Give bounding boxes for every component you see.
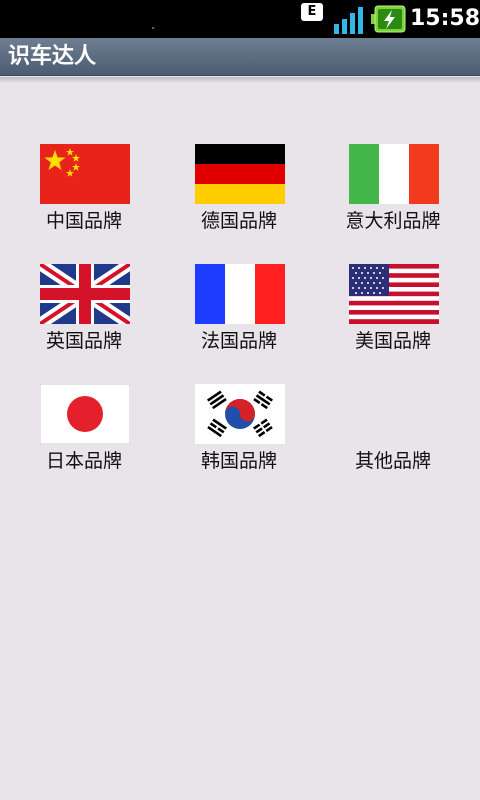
brand-label: 美国品牌 xyxy=(354,330,431,352)
brand-label: 韩国品牌 xyxy=(200,450,277,472)
uk-flag-icon xyxy=(40,264,130,324)
brand-item-germany[interactable]: 德国品牌 xyxy=(164,144,314,244)
brand-label: 其他品牌 xyxy=(354,450,431,472)
france-flag-icon xyxy=(195,264,285,324)
italy-flag-icon xyxy=(349,144,439,204)
brand-label: 法国品牌 xyxy=(200,330,277,352)
brand-label: 德国品牌 xyxy=(200,210,277,232)
germany-flag-icon xyxy=(195,144,285,204)
brand-item-other[interactable]: 其他品牌 xyxy=(318,384,468,484)
brand-label: 意大利品牌 xyxy=(345,210,441,232)
brand-item-korea[interactable]: 韩国品牌 xyxy=(164,384,314,484)
brand-item-italy[interactable]: 意大利品牌 xyxy=(318,144,468,244)
brand-grid: 中国品牌 德国品牌 意大利品牌 英国品牌 法国品牌 美国品牌 日本品牌 韩国品牌… xyxy=(0,0,480,800)
brand-item-france[interactable]: 法国品牌 xyxy=(164,264,314,364)
brand-label: 日本品牌 xyxy=(45,450,122,472)
china-flag-icon xyxy=(40,144,130,204)
usa-flag-icon xyxy=(349,264,439,324)
brand-item-uk[interactable]: 英国品牌 xyxy=(9,264,159,364)
brand-label: 英国品牌 xyxy=(45,330,122,352)
brand-item-china[interactable]: 中国品牌 xyxy=(9,144,159,244)
japan-flag-icon xyxy=(40,384,130,444)
brand-item-japan[interactable]: 日本品牌 xyxy=(9,384,159,484)
korea-flag-icon xyxy=(195,384,285,444)
brand-label: 中国品牌 xyxy=(45,210,122,232)
brand-item-usa[interactable]: 美国品牌 xyxy=(318,264,468,364)
